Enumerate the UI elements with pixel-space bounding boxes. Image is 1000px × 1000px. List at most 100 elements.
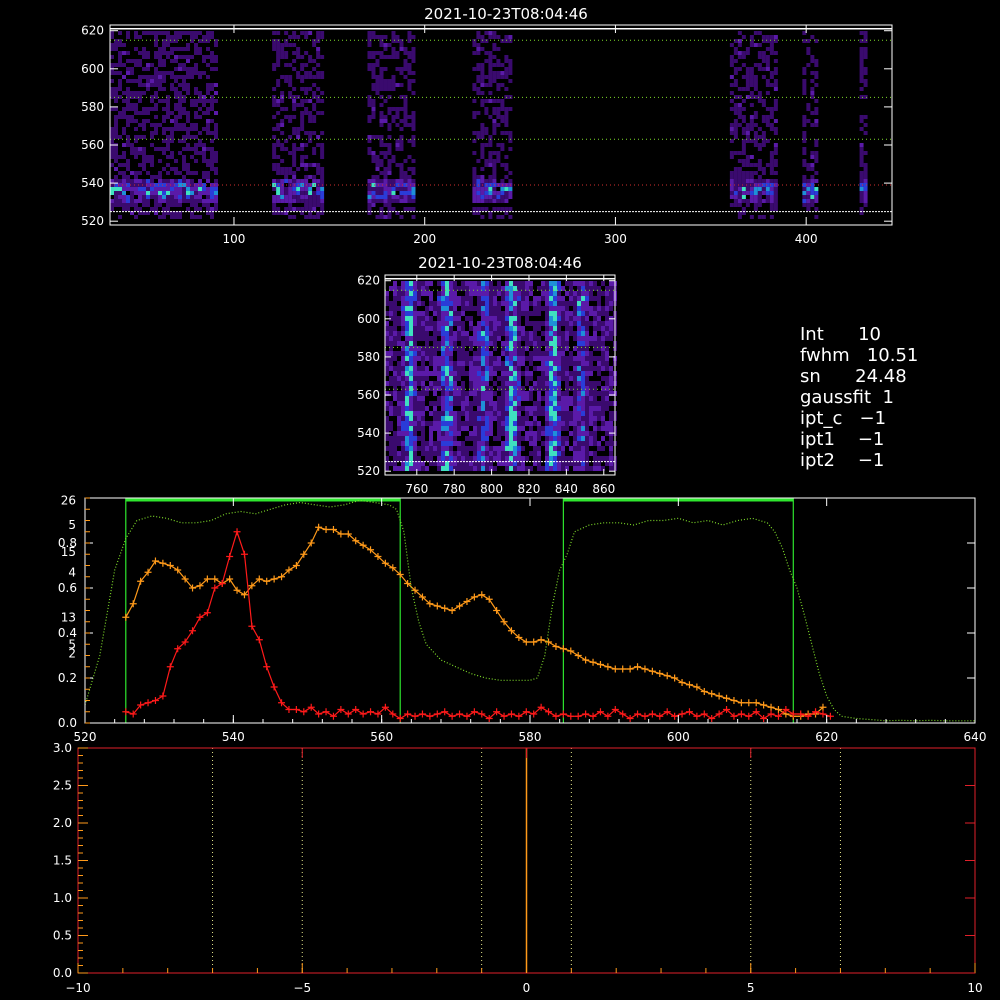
heat-cell	[609, 456, 613, 461]
heat-cell	[170, 71, 174, 75]
heat-cell	[806, 107, 811, 111]
heat-cell	[158, 99, 162, 103]
heat-cell	[206, 199, 210, 203]
heat-cell	[529, 441, 533, 446]
heat-cell	[537, 466, 541, 471]
heat-cell	[473, 401, 477, 406]
heat-cell	[397, 436, 401, 441]
heat-cell	[405, 281, 409, 286]
heat-cell	[737, 123, 742, 127]
heat-cell	[272, 43, 277, 47]
heat-cell	[122, 131, 126, 135]
heat-cell	[304, 107, 309, 111]
heat-cell	[549, 356, 553, 361]
heat-cell	[453, 391, 457, 396]
heat-cell	[589, 431, 593, 436]
heat-cell	[561, 351, 565, 356]
heat-cell	[375, 35, 380, 39]
heat-cell	[387, 207, 392, 211]
heat-cell	[557, 426, 561, 431]
heat-cell	[178, 151, 182, 155]
heat-cell	[733, 171, 738, 175]
heat-cell	[316, 167, 321, 171]
heat-cell	[480, 123, 485, 127]
heat-cell	[761, 199, 766, 203]
heat-cell	[577, 411, 581, 416]
heat-cell	[417, 416, 421, 421]
heat-cell	[206, 87, 210, 91]
heat-cell	[859, 59, 864, 63]
heat-cell	[453, 311, 457, 316]
heat-cell	[545, 291, 549, 296]
heat-cell	[863, 163, 868, 167]
heat-cell	[573, 291, 577, 296]
heat-cell	[473, 356, 477, 361]
heat-cell	[417, 351, 421, 356]
heat-cell	[154, 191, 158, 195]
heat-cell	[609, 376, 613, 381]
heat-cell	[411, 111, 416, 115]
heat-cell	[493, 466, 497, 471]
heat-cell	[433, 381, 437, 386]
heat-cell	[757, 135, 762, 139]
heat-cell	[473, 306, 477, 311]
heat-cell	[810, 187, 815, 191]
heat-cell	[174, 31, 178, 35]
heat-cell	[399, 179, 404, 183]
heat-cell	[609, 321, 613, 326]
heat-cell	[601, 331, 605, 336]
heat-cell	[174, 107, 178, 111]
heat-cell	[496, 207, 501, 211]
heat-cell	[749, 155, 754, 159]
heat-cell	[146, 67, 150, 71]
heat-cell	[569, 411, 573, 416]
heat-cell	[504, 199, 509, 203]
heat-cell	[553, 316, 557, 321]
heat-cell	[504, 119, 509, 123]
heat-cell	[557, 371, 561, 376]
heat-cell	[504, 71, 509, 75]
heat-cell	[198, 115, 202, 119]
heat-cell	[508, 39, 513, 43]
heat-cell	[525, 406, 529, 411]
heat-cell	[395, 195, 400, 199]
heat-cell	[465, 351, 469, 356]
heat-cell	[513, 396, 517, 401]
heat-cell	[473, 281, 477, 286]
heat-cell	[284, 175, 289, 179]
heat-cell	[469, 391, 473, 396]
heat-cell	[549, 436, 553, 441]
heat-cell	[166, 43, 170, 47]
heat-cell	[457, 326, 461, 331]
heat-cell	[399, 83, 404, 87]
heat-cell	[469, 466, 473, 471]
heat-cell	[504, 163, 509, 167]
x-tick-label: 800	[480, 482, 503, 496]
heat-cell	[605, 456, 609, 461]
heat-cell	[206, 39, 210, 43]
heat-cell	[757, 187, 762, 191]
heat-cell	[477, 446, 481, 451]
heat-cell	[773, 119, 778, 123]
heat-cell	[367, 191, 372, 195]
heat-cell	[292, 43, 297, 47]
heat-cell	[276, 103, 281, 107]
heat-cell	[367, 39, 372, 43]
heat-cell	[745, 187, 750, 191]
y-tick-label: 520	[357, 464, 380, 478]
heat-cell	[553, 331, 557, 336]
heat-cell	[565, 361, 569, 366]
heat-cell	[421, 336, 425, 341]
heat-cell	[802, 159, 807, 163]
heat-cell	[569, 311, 573, 316]
heat-cell	[553, 356, 557, 361]
heat-cell	[729, 123, 734, 127]
heat-cell	[605, 296, 609, 301]
heat-cell	[174, 39, 178, 43]
heat-cell	[549, 381, 553, 386]
heat-cell	[517, 446, 521, 451]
heat-cell	[453, 401, 457, 406]
heat-cell	[457, 416, 461, 421]
heat-cell	[761, 35, 766, 39]
heat-cell	[146, 87, 150, 91]
